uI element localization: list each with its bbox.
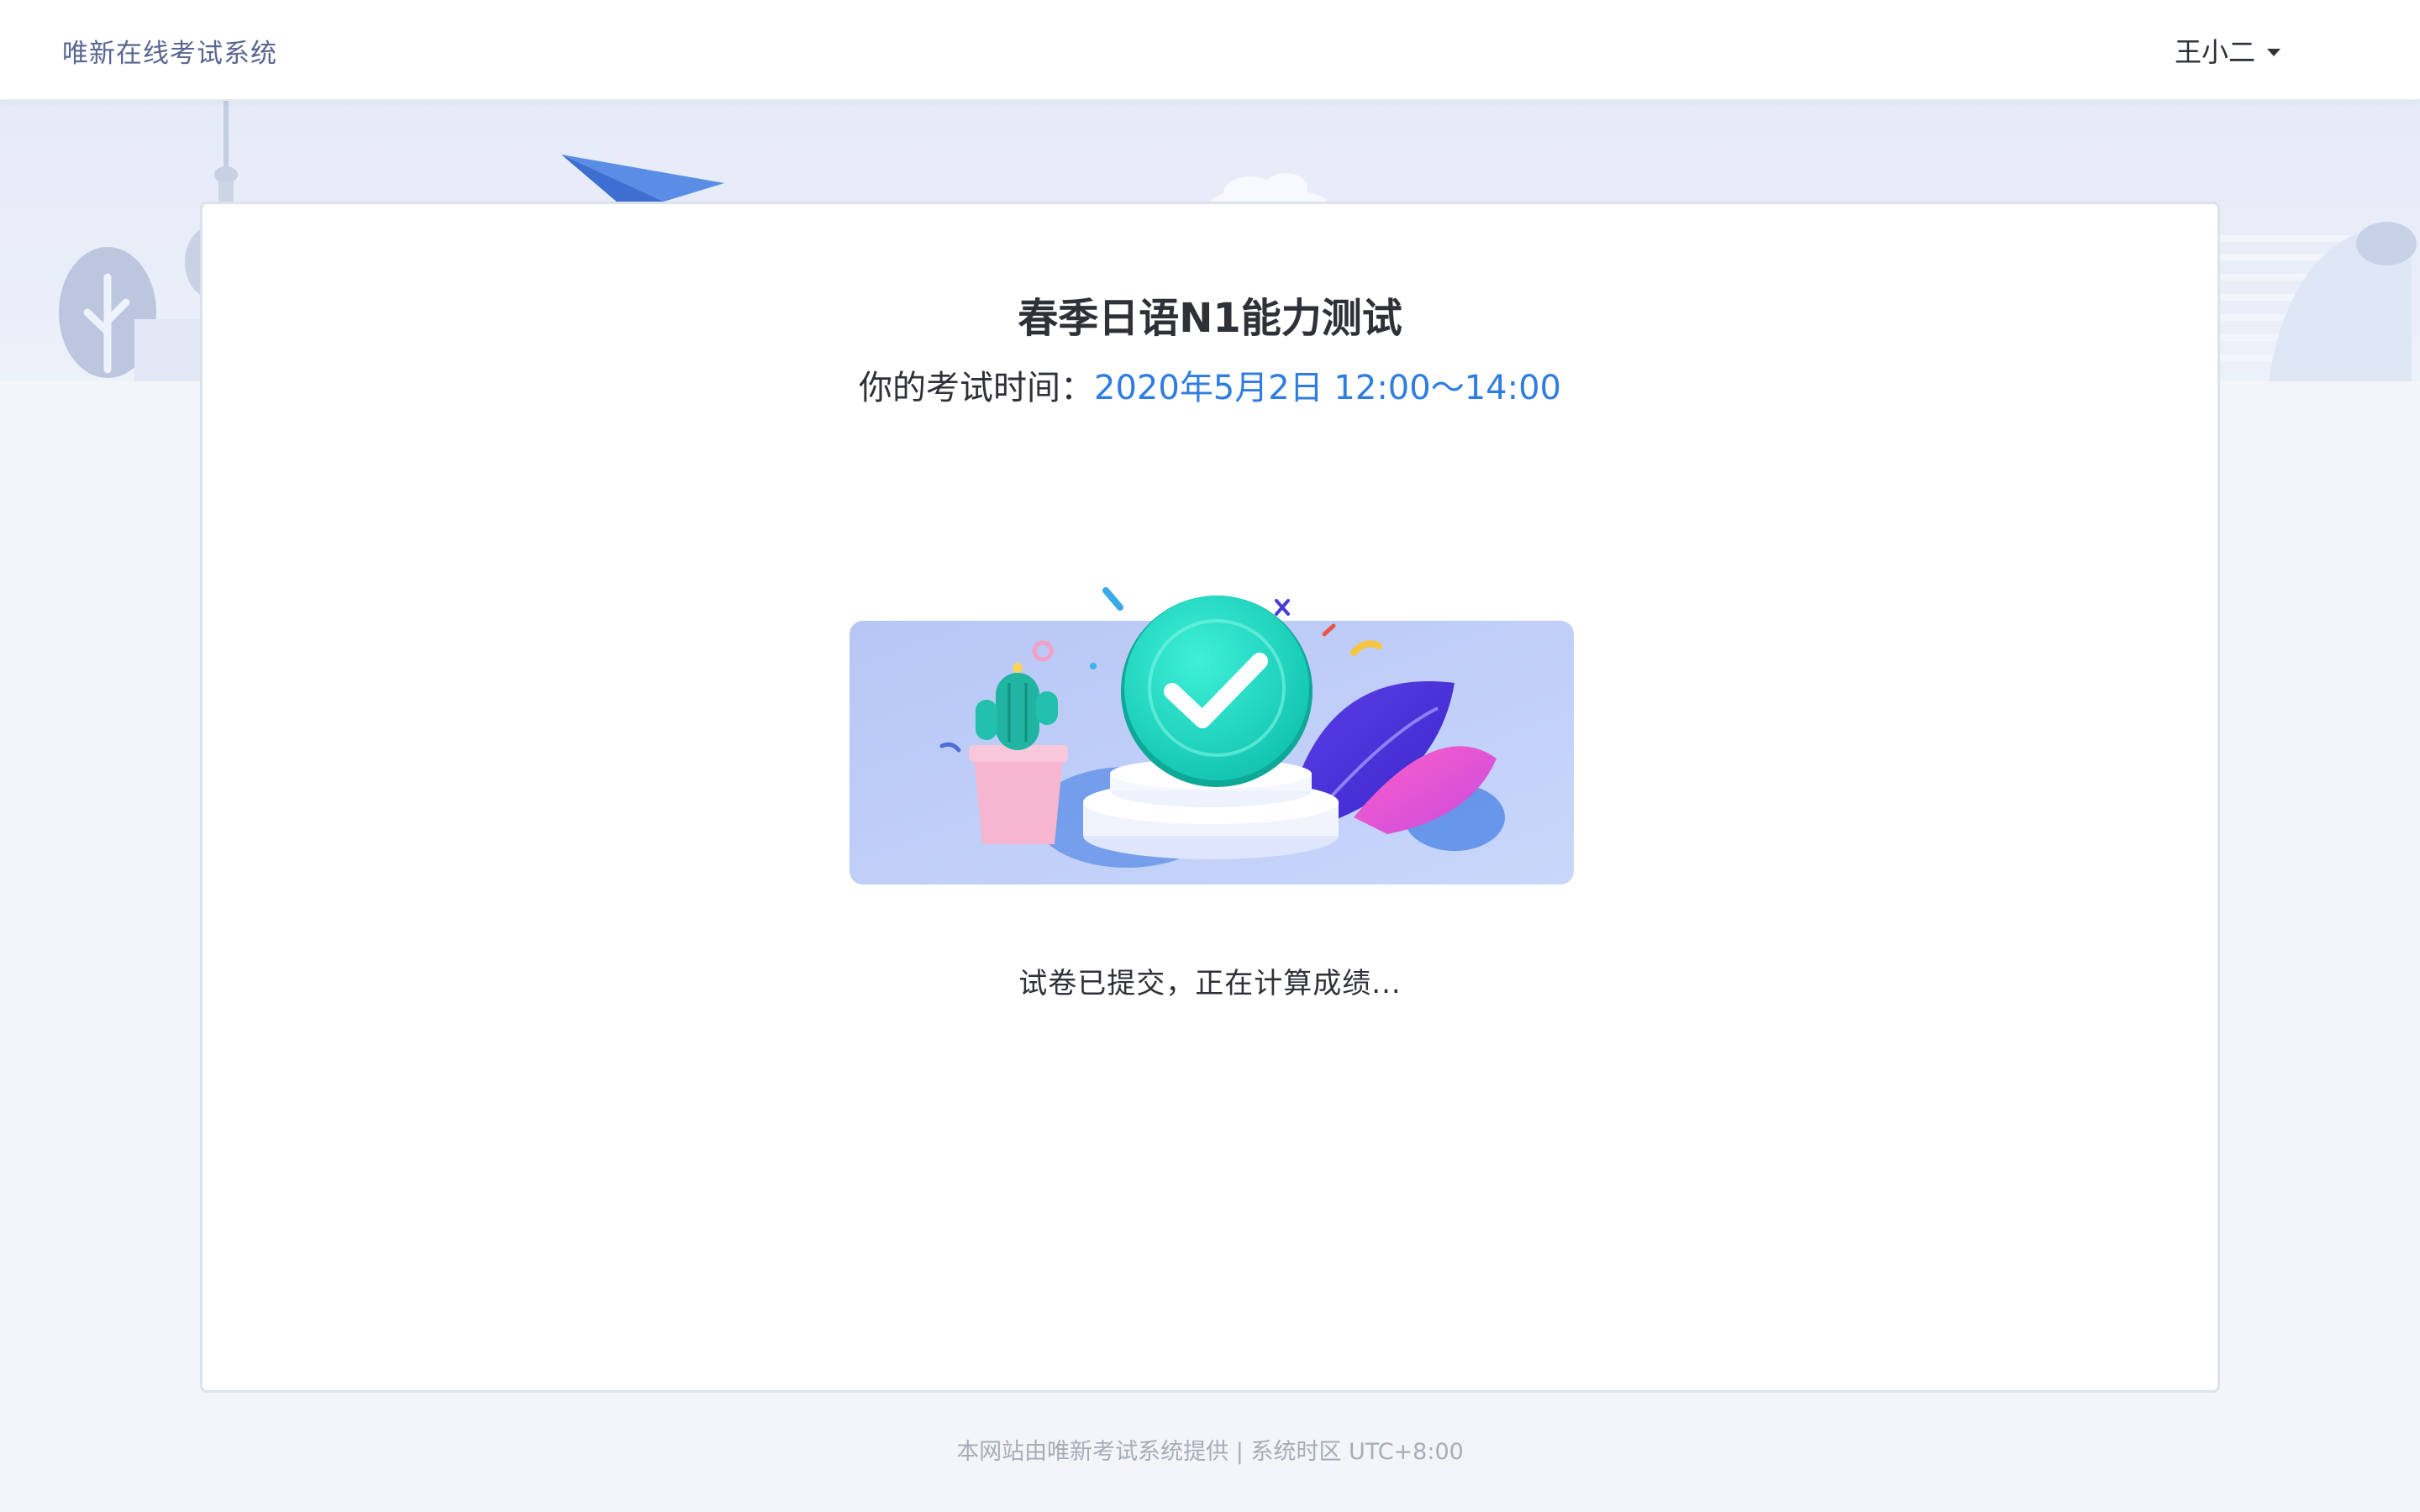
exam-title: 春季日语N1能力测试 xyxy=(1018,295,1402,342)
footer-text: 本网站由唯新考试系统提供 | 系统时区 UTC+8:00 xyxy=(956,1439,1464,1465)
user-name[interactable]: 王小二 xyxy=(2175,31,2255,70)
submission-success-illustration xyxy=(850,587,1574,885)
top-navigation-bar: 唯新在线考试系统 王小二 xyxy=(0,0,2420,101)
exam-result-card: 春季日语N1能力测试 你的考试时间：2020年5月2日 12:00～14:00 xyxy=(200,202,2220,1393)
paper-plane-icon xyxy=(561,155,724,203)
check-circle-icon xyxy=(1121,596,1313,787)
user-menu-dropdown[interactable]: 王小二 xyxy=(2175,30,2281,71)
caret-down-icon[interactable] xyxy=(2267,48,2281,56)
tower-icon xyxy=(214,101,238,207)
exam-time-value: 2020年5月2日 12:00～14:00 xyxy=(1094,369,1561,407)
app-brand-title[interactable]: 唯新在线考试系统 xyxy=(62,32,277,70)
exam-time-label: 你的考试时间： xyxy=(859,369,1095,407)
submission-status-message: 试卷已提交，正在计算成绩... xyxy=(1018,967,1402,1000)
building-icon xyxy=(2218,222,2417,381)
exam-time-row: 你的考试时间：2020年5月2日 12:00～14:00 xyxy=(203,360,2217,409)
